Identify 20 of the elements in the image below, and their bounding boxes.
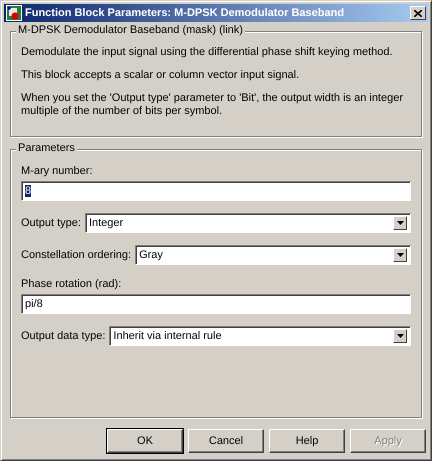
group-title: M-DPSK Demodulator Baseband (mask) (link) — [16, 24, 245, 37]
description-text: When you set the 'Output type' parameter to 'Bit', the output width is an integer multiple of the number of bits per symbol. — [21, 92, 404, 118]
description-text: This block accepts a scalar or column vector input signal. — [21, 69, 300, 82]
close-icon[interactable] — [410, 6, 426, 20]
dialog-button[interactable]: Help — [269, 429, 345, 453]
field-label: Output data type: — [21, 329, 106, 343]
field-label: Constellation ordering: — [21, 248, 132, 262]
text-field[interactable]: 8 — [21, 181, 411, 201]
description-text: Demodulate the input signal using the differential phase shift keying method. — [21, 46, 394, 59]
text-field[interactable]: pi/8 — [21, 294, 411, 314]
field-label: Output type: — [21, 216, 81, 230]
app-icon — [6, 5, 22, 21]
window-title: Function Block Parameters: M-DPSK Demodulator Baseband — [25, 7, 344, 19]
field-label: Phase rotation (rad): — [21, 278, 122, 290]
dialog-button[interactable]: OK — [107, 429, 183, 453]
field-label: M-ary number: — [21, 165, 93, 177]
dropdown[interactable]: Inherit via internal rule — [109, 326, 411, 346]
dropdown[interactable]: Gray — [135, 245, 411, 265]
dropdown[interactable]: Integer — [84, 213, 411, 233]
dialog-button[interactable]: Cancel — [188, 429, 264, 453]
